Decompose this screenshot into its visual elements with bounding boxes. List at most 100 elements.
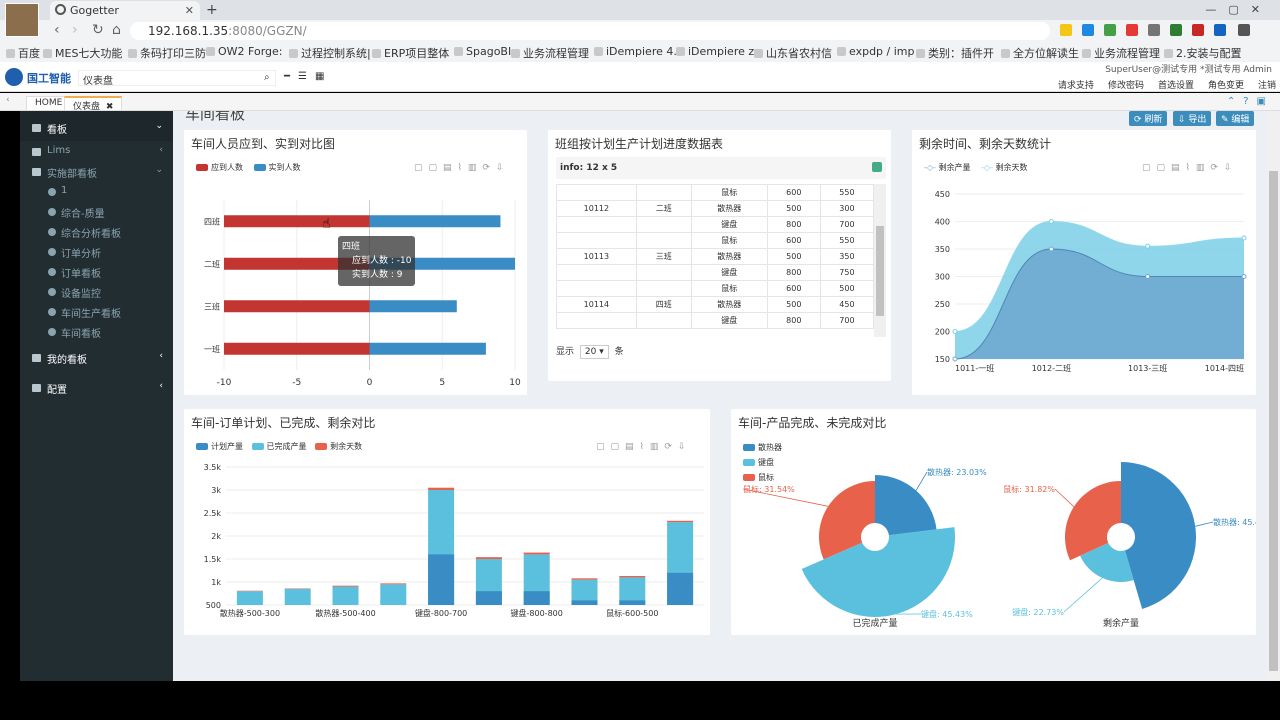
reload-icon[interactable]: ↻ — [92, 22, 104, 38]
table-cell — [556, 184, 637, 201]
y-tick-label: 1k — [211, 578, 221, 587]
x-tick-label: 1011-一班 — [955, 363, 994, 373]
extension-icon[interactable] — [1104, 24, 1116, 36]
table-cell: 750 — [819, 264, 874, 281]
sidebar-item[interactable]: 看板 ⌄ — [20, 111, 173, 141]
edit-button[interactable]: ✎ 编辑 — [1216, 111, 1255, 126]
bookmark-item[interactable]: SpagoBI — [454, 45, 511, 58]
sidebar-item-label: Lims — [47, 145, 71, 156]
extension-icon[interactable] — [1082, 24, 1094, 36]
pie-label: 散热器: 45.45% — [1213, 517, 1256, 527]
table-row: 键盘 800 700 — [556, 312, 874, 329]
bookmark-item[interactable]: expdp / imp — [837, 45, 914, 58]
export-button[interactable]: ⇩ 导出 — [1173, 111, 1212, 126]
browser-chrome: Gogetter ✕ + —▢✕ ‹ › ↻ ⌂ 192.168.1.35:80… — [0, 0, 1280, 62]
back-icon[interactable]: ‹ — [54, 22, 60, 38]
bookmark-item[interactable]: 业务流程管理 — [1082, 45, 1160, 61]
extension-icon[interactable] — [1214, 24, 1226, 36]
bookmark-item[interactable]: 过程控制系统| — [289, 45, 371, 61]
bookmark-item[interactable]: 山东省农村信 — [754, 45, 832, 61]
sidebar-item[interactable]: Lims ‹ — [20, 141, 173, 161]
extension-icon[interactable] — [1126, 24, 1138, 36]
top-link[interactable]: 注销 — [1258, 81, 1276, 91]
sidebar-item-label: 我的看板 — [47, 355, 87, 366]
new-tab-button[interactable]: + — [206, 2, 218, 18]
tab-dashboard[interactable]: 仪表盘 ✖ — [64, 96, 123, 112]
window-controls[interactable]: —▢✕ — [1205, 3, 1272, 16]
top-link[interactable]: 请求支持 — [1058, 81, 1094, 91]
sidebar-item[interactable]: 实施部看板 ⌄ — [20, 161, 173, 181]
chevron-icon[interactable]: ⌄ — [155, 121, 163, 131]
products-chart: 散热器: 23.03% 键盘: 45.43% 鼠标: 31.54% 已完成产量 散热器:… — [742, 462, 1256, 629]
sidebar-item[interactable]: 订单看板 — [20, 261, 173, 281]
sidebar-item[interactable]: 1 — [20, 181, 173, 201]
bar — [571, 578, 598, 580]
y-tick-label: 300 — [935, 273, 950, 282]
top-link[interactable]: 修改密码 — [1108, 81, 1144, 91]
close-icon[interactable]: ✕ — [185, 4, 194, 17]
bookmark-item[interactable]: 类别：插件开 — [916, 45, 994, 61]
chevron-icon[interactable]: ‹ — [159, 351, 163, 361]
table-cell: 600 — [766, 232, 821, 249]
top-link[interactable]: 首选设置 — [1158, 81, 1194, 91]
sidebar-item[interactable]: 订单分析 — [20, 241, 173, 261]
table-cell: 600 — [766, 184, 821, 201]
bookmark-item[interactable]: ERP项目整体 — [372, 45, 449, 61]
pie-slice — [1121, 462, 1196, 609]
top-link[interactable]: 角色变更 — [1208, 81, 1244, 91]
bookmark-item[interactable]: MES七大功能 — [43, 45, 122, 61]
chevron-icon[interactable]: ‹ — [159, 381, 163, 391]
bookmark-item[interactable]: 2.安装与配置 — [1164, 45, 1242, 61]
bar — [667, 520, 694, 523]
sidebar-item[interactable]: 配置 ‹ — [20, 371, 173, 401]
sidebar-item[interactable]: 综合-质量 — [20, 201, 173, 221]
bookmark-item[interactable]: 全方位解读生 — [1001, 45, 1079, 61]
address-bar[interactable]: 192.168.1.35:8080/GGZN/ — [130, 22, 1050, 40]
sidebar-item[interactable]: 设备监控 — [20, 281, 173, 301]
pie-name: 已完成产量 — [852, 617, 897, 629]
page-scrollbar-thumb[interactable] — [1269, 171, 1278, 671]
gogetter-icon — [55, 4, 66, 15]
star-icon[interactable] — [1060, 24, 1072, 36]
table-cell: 10114 — [556, 296, 637, 313]
bar — [428, 487, 455, 490]
table-scrollbar[interactable] — [874, 184, 886, 337]
tab-tools[interactable]: ⌃?▣ — [1227, 96, 1274, 107]
sidebar-item[interactable]: 我的看板 ‹ — [20, 341, 173, 371]
sidebar-item[interactable]: 车间生产看板 — [20, 301, 173, 321]
header-tools[interactable]: ━☰▦ — [284, 71, 332, 82]
tooltip-title: 四班 — [342, 242, 361, 252]
search-icon[interactable]: ⌕ — [264, 72, 270, 83]
bookmark-item[interactable]: OW2 Forge: — [206, 45, 282, 58]
table-cell: 10113 — [556, 248, 637, 265]
page-scrollbar[interactable] — [1267, 111, 1280, 681]
bookmark-item[interactable]: 条码打印三防 — [128, 45, 206, 61]
bar — [369, 215, 501, 228]
table-cell: 350 — [819, 248, 874, 265]
sidebar-item[interactable]: 综合分析看板 — [20, 221, 173, 241]
home-icon[interactable]: ⌂ — [112, 22, 121, 38]
bookmark-item[interactable]: iDempiere z — [676, 45, 754, 58]
extension-icon[interactable] — [1148, 24, 1160, 36]
table-scrollbar-thumb[interactable] — [876, 226, 884, 316]
tab-scroll-left-icon[interactable]: ‹ — [6, 95, 10, 105]
bookmark-item[interactable]: 百度 — [6, 45, 40, 61]
bookmark-item[interactable]: 业务流程管理 — [511, 45, 589, 61]
bar — [224, 342, 370, 355]
chevron-icon[interactable]: ⌄ — [155, 165, 163, 175]
extension-icon[interactable] — [1170, 24, 1182, 36]
excel-icon[interactable] — [872, 162, 882, 172]
show-label: 显示 — [556, 347, 575, 357]
page-size-select[interactable]: 20 ▾ — [579, 345, 609, 359]
search-input[interactable]: 仪表盘 — [78, 70, 276, 87]
extension-icon[interactable] — [1192, 24, 1204, 36]
chevron-icon[interactable]: ‹ — [159, 145, 163, 155]
refresh-button[interactable]: ⟳ 刷新 — [1129, 111, 1168, 126]
sidebar-item-label: 实施部看板 — [47, 169, 97, 180]
sidebar-item[interactable]: 车间看板 — [20, 321, 173, 341]
bookmark-item[interactable]: iDempiere 4. — [594, 45, 677, 58]
browser-tab[interactable]: Gogetter ✕ — [50, 1, 200, 20]
forward-icon[interactable]: › — [72, 22, 78, 38]
table-row: 鼠标 600 550 — [556, 232, 874, 249]
menu-icon[interactable] — [1238, 24, 1250, 36]
